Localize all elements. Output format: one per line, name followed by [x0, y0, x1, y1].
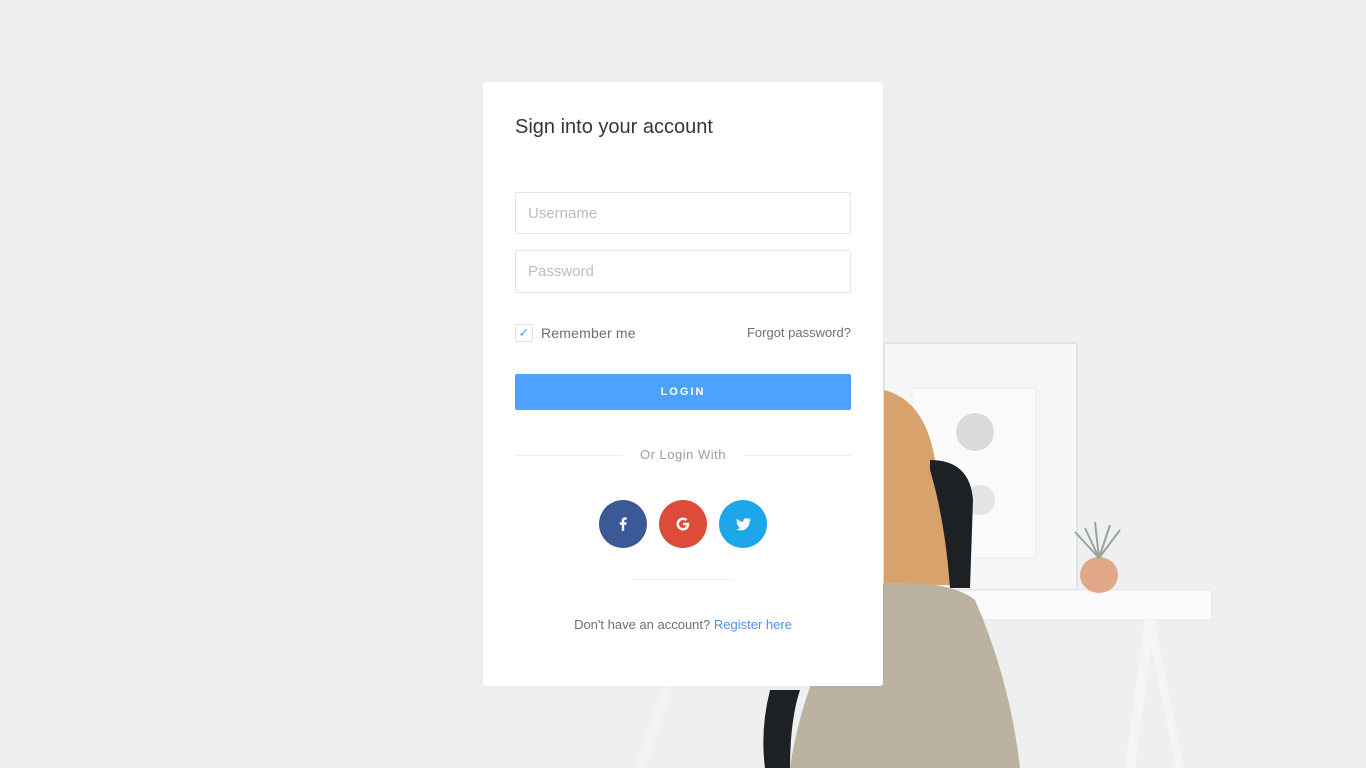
login-title: Sign into your account	[515, 116, 713, 138]
register-link[interactable]: Register here	[714, 617, 792, 632]
or-login-with-label: Or Login With	[640, 447, 726, 462]
facebook-icon	[619, 517, 627, 531]
twitter-login-button[interactable]	[719, 500, 767, 548]
password-input[interactable]	[515, 250, 851, 293]
register-prompt: Don't have an account? Register here	[483, 617, 883, 632]
google-login-button[interactable]	[659, 500, 707, 548]
remember-me-checkbox[interactable]: ✓ Remember me	[515, 324, 636, 342]
footer-divider	[633, 579, 733, 580]
checkbox-check-icon[interactable]: ✓	[515, 324, 533, 342]
username-input[interactable]	[515, 192, 851, 234]
forgot-password-link[interactable]: Forgot password?	[747, 325, 851, 340]
divider-line-right	[743, 455, 851, 456]
facebook-login-button[interactable]	[599, 500, 647, 548]
divider-line-left	[515, 455, 623, 456]
register-prompt-text: Don't have an account?	[574, 617, 711, 632]
login-button[interactable]: LOGIN	[515, 374, 851, 410]
twitter-icon	[735, 517, 751, 530]
google-icon	[676, 517, 690, 531]
remember-me-label: Remember me	[541, 325, 636, 341]
login-card: Sign into your account ✓ Remember me For…	[483, 82, 883, 686]
